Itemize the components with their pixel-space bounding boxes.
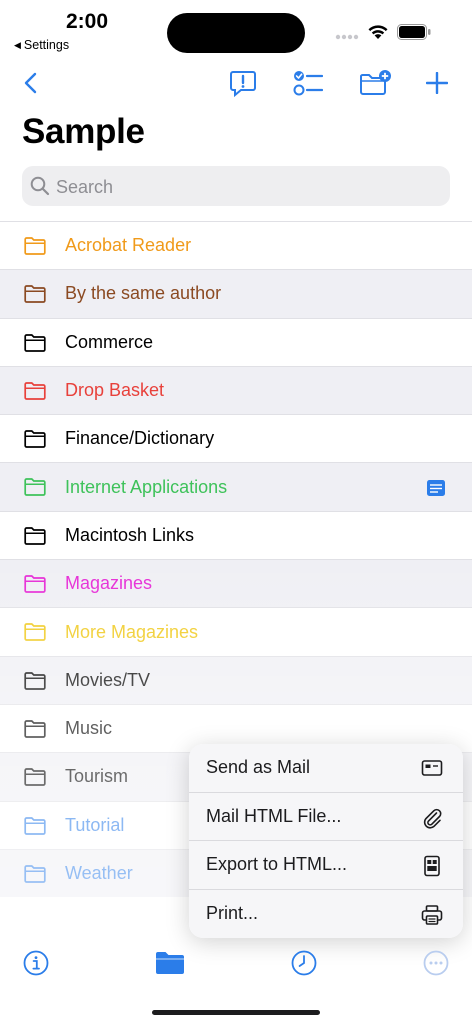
- folder-icon: [24, 623, 46, 642]
- folder-label: Tutorial: [65, 814, 125, 835]
- folder-label: Music: [65, 718, 113, 739]
- back-to-settings-label: Settings: [23, 38, 70, 52]
- search-placeholder: Search: [56, 177, 114, 197]
- folder-icon: [24, 285, 46, 304]
- folder-row[interactable]: Magazines: [0, 559, 472, 608]
- folder-icon: [24, 816, 46, 835]
- folder-row[interactable]: Internet Applications: [0, 462, 472, 511]
- folder-label: Internet Applications: [65, 476, 228, 497]
- menu-item[interactable]: Export to HTML...: [189, 841, 463, 890]
- info-circle-icon: [23, 950, 49, 976]
- back-triangle-icon: ◀: [14, 39, 21, 50]
- folder-icon: [24, 865, 46, 883]
- paperclip-icon: [423, 808, 442, 829]
- folder-icon: [24, 768, 46, 787]
- home-indicator: [152, 1010, 320, 1015]
- menu-item[interactable]: Send as Mail: [189, 744, 463, 793]
- folder-row[interactable]: Macintosh Links: [0, 510, 472, 559]
- folder-row[interactable]: Drop Basket: [0, 365, 472, 415]
- clock-icon: [291, 950, 317, 976]
- folder-icon: [24, 237, 46, 255]
- menu-item-label: Print...: [206, 903, 259, 924]
- menu-item-label: Send as Mail: [206, 757, 311, 778]
- folder-icon: [24, 720, 46, 738]
- history-tab[interactable]: [287, 946, 321, 980]
- folder-row[interactable]: Acrobat Reader: [0, 221, 472, 269]
- menu-item-label: Export to HTML...: [206, 854, 348, 875]
- back-to-settings[interactable]: ◀ Settings: [14, 38, 69, 52]
- folder-icon: [24, 478, 46, 497]
- back-button[interactable]: [12, 65, 48, 101]
- menu-item-label: Mail HTML File...: [206, 805, 342, 826]
- folder-fill-icon: [156, 952, 184, 974]
- folder-icon: [24, 430, 46, 449]
- status-time: 2:00: [66, 10, 109, 33]
- printer-icon: [421, 904, 443, 925]
- folder-label: Commerce: [65, 331, 154, 352]
- chevron-left-icon: [24, 72, 37, 94]
- plus-icon: [426, 72, 448, 94]
- page-title: Sample: [22, 112, 145, 151]
- dynamic-island: [167, 13, 305, 53]
- menu-item[interactable]: Print...: [189, 890, 463, 939]
- note-icon: [427, 480, 445, 497]
- folder-label: More Magazines: [65, 621, 199, 642]
- signal-icon: [335, 34, 359, 40]
- ellipsis-circle-icon: [423, 950, 449, 976]
- more-tab[interactable]: [419, 946, 453, 980]
- add-button[interactable]: [419, 65, 455, 101]
- folder-icon: [24, 526, 46, 545]
- folder-icon: [24, 333, 46, 352]
- checklist-icon: [293, 71, 323, 96]
- folder-row[interactable]: Movies/TV: [0, 655, 472, 704]
- info-tab[interactable]: [19, 946, 53, 980]
- folder-row[interactable]: Commerce: [0, 317, 472, 366]
- exclamation-bubble-icon: [230, 71, 256, 97]
- folder-badge-plus-icon: [360, 70, 391, 95]
- folder-label: By the same author: [65, 283, 222, 304]
- html-doc-icon: [424, 855, 440, 877]
- folder-icon: [24, 382, 46, 400]
- wifi-icon: [368, 25, 388, 39]
- folder-icon: [24, 575, 46, 593]
- menu-item[interactable]: Mail HTML File...: [189, 793, 463, 841]
- folder-label: Acrobat Reader: [65, 235, 192, 256]
- folder-row[interactable]: Finance/Dictionary: [0, 414, 472, 462]
- folder-label: Finance/Dictionary: [65, 428, 215, 449]
- folder-label: Movies/TV: [65, 669, 151, 690]
- folder-label: Magazines: [65, 573, 153, 594]
- folder-label: Tourism: [65, 766, 129, 787]
- feedback-button[interactable]: [225, 65, 261, 101]
- share-menu: Send as Mail Mail HTML File... Export to H…: [189, 744, 463, 938]
- new-folder-button[interactable]: [357, 65, 393, 101]
- folders-tab[interactable]: [153, 946, 187, 980]
- folder-label: Drop Basket: [65, 380, 165, 401]
- battery-icon: [397, 24, 431, 40]
- folder-icon: [24, 671, 46, 690]
- search-icon: [30, 176, 50, 196]
- folder-row[interactable]: More Magazines: [0, 607, 472, 655]
- checklist-button[interactable]: [290, 65, 326, 101]
- mail-card-icon: [421, 760, 443, 776]
- folder-label: Macintosh Links: [65, 524, 195, 545]
- folder-label: Weather: [65, 863, 133, 883]
- folder-row[interactable]: By the same author: [0, 269, 472, 318]
